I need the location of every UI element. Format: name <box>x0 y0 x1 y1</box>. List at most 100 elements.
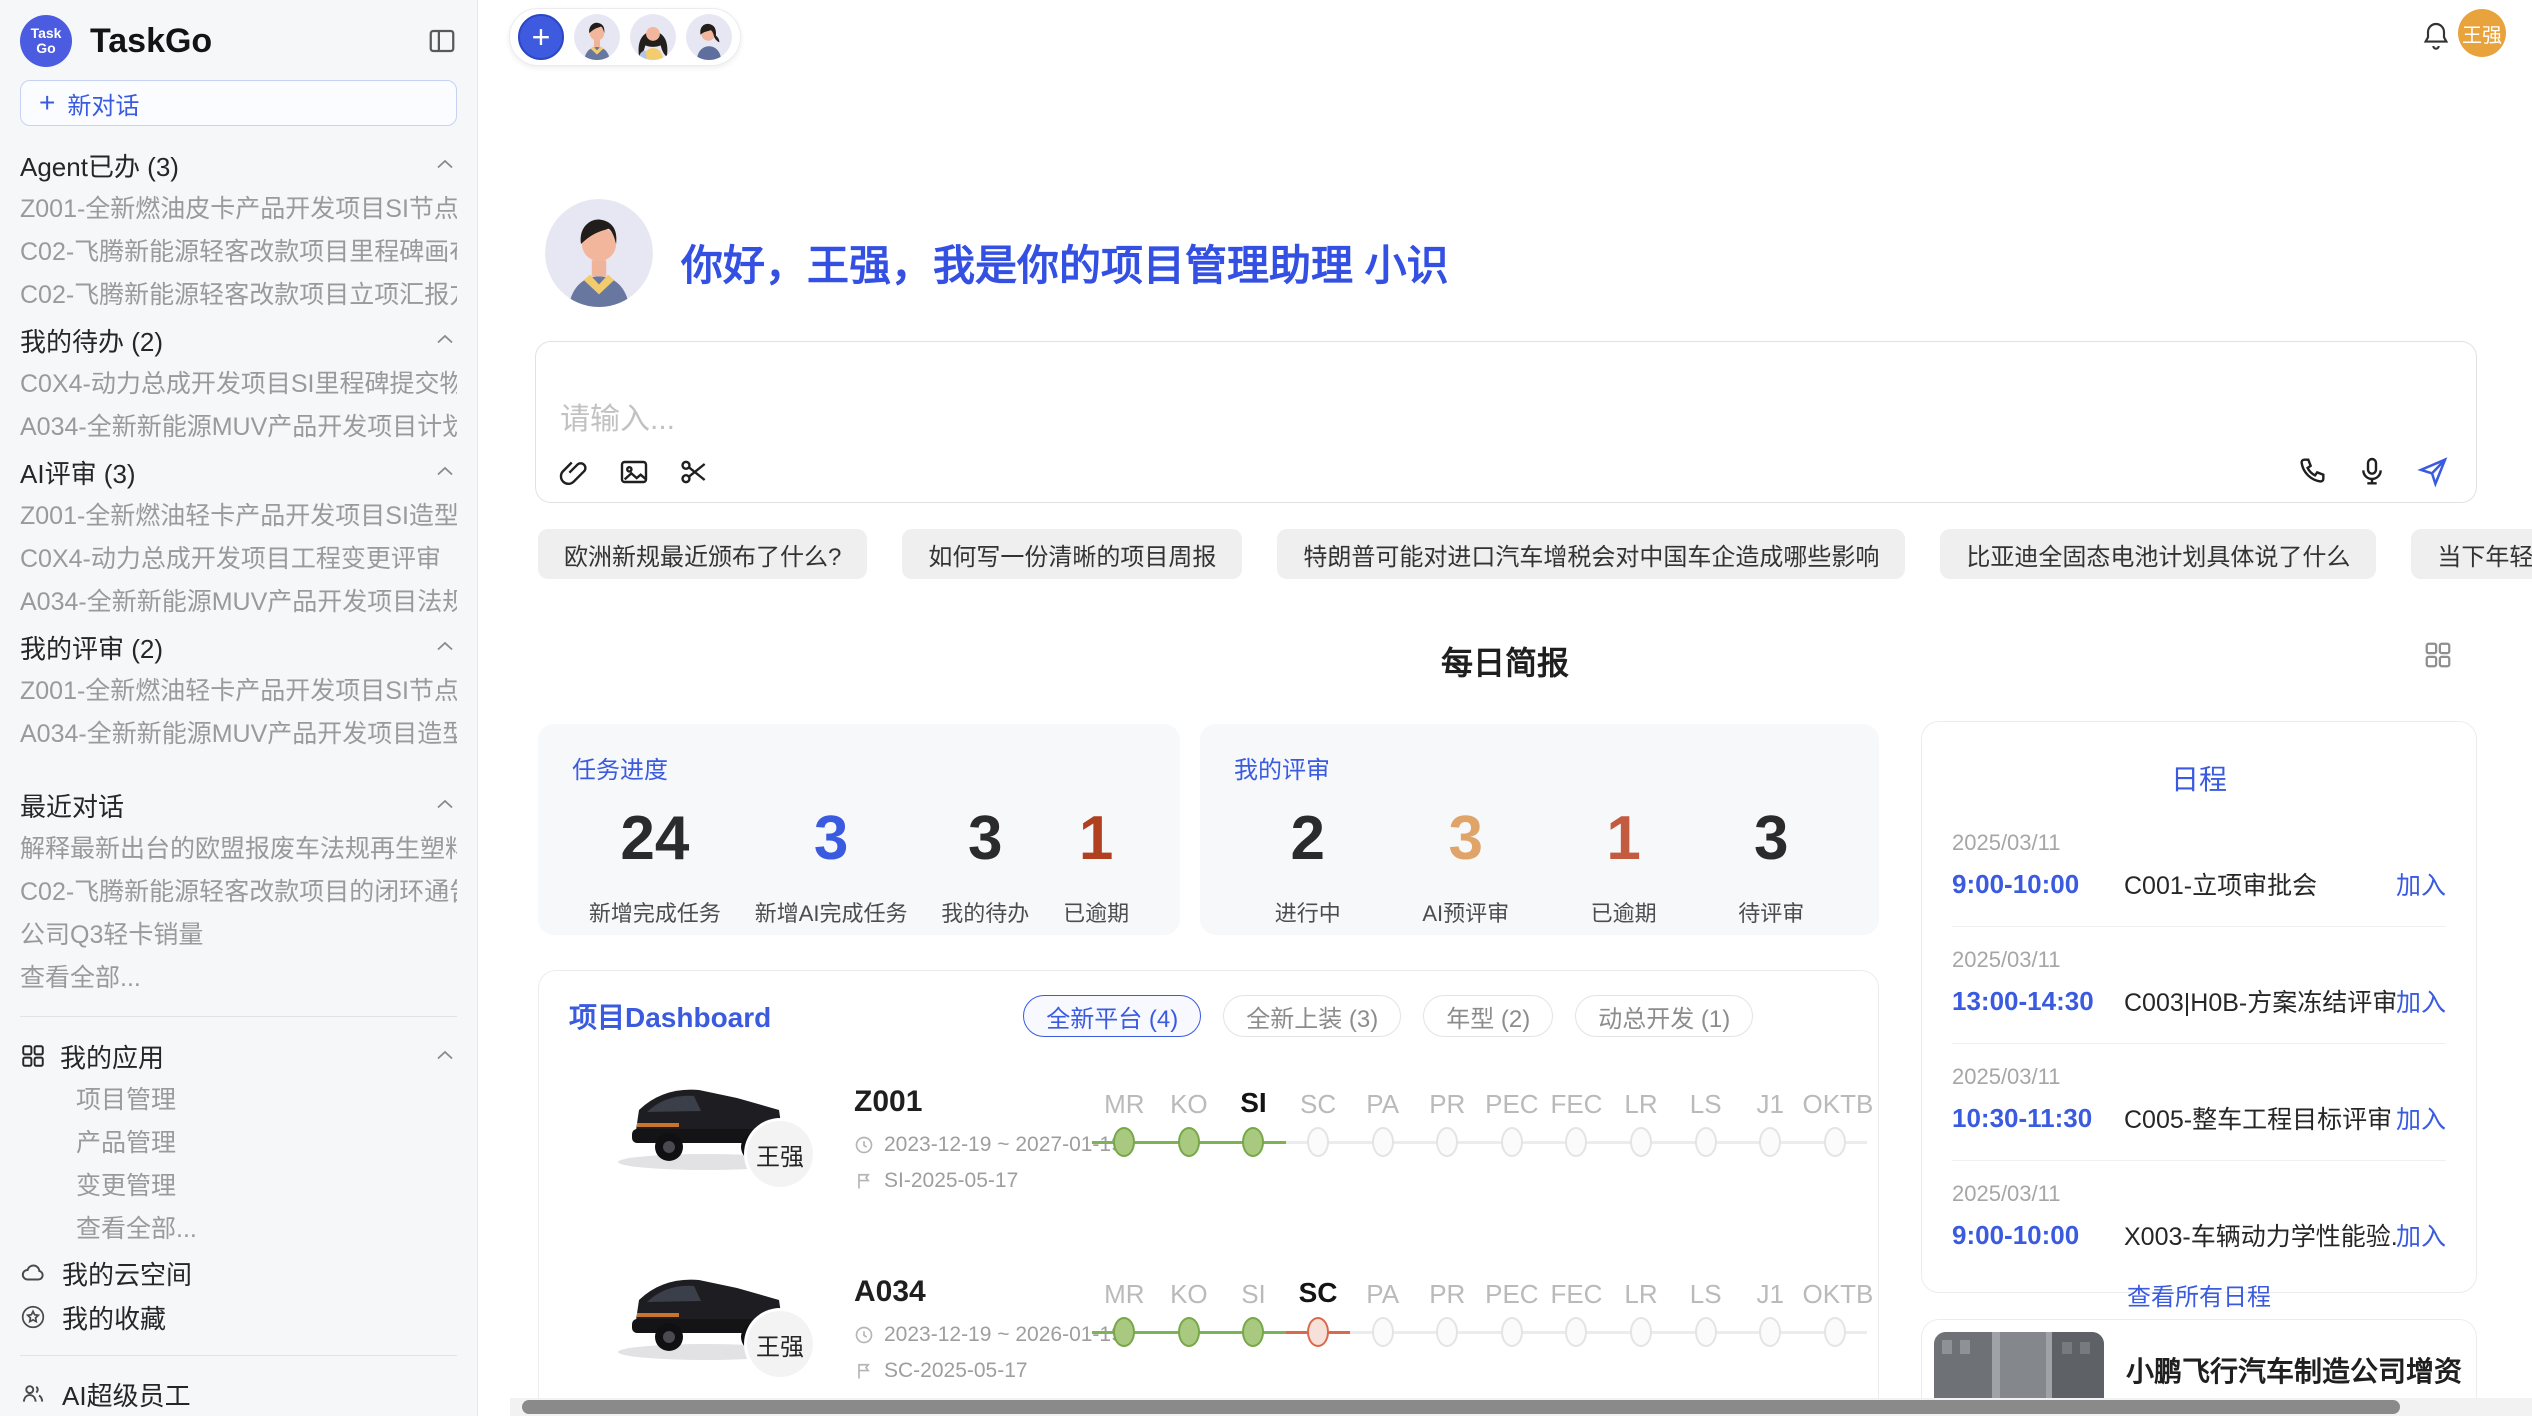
sidebar-section-header-3[interactable]: 我的评审 (2) <box>20 624 457 670</box>
milestone-label: J1 <box>1738 1089 1803 1120</box>
sidebar-section-header-2[interactable]: AI评审 (3) <box>20 449 457 495</box>
sidebar-section-header-0[interactable]: Agent已办 (3) <box>20 142 457 188</box>
my-review-stats: 2进行中3AI预评审1已逾期3待评审 <box>1234 803 1845 928</box>
dashboard-tab[interactable]: 全新平台 (4) <box>1023 995 1201 1037</box>
agent-avatar-2[interactable] <box>630 14 676 60</box>
agent-avatar-1[interactable] <box>574 14 620 60</box>
milestone-dot <box>1759 1317 1781 1347</box>
app-link-item[interactable]: 查看全部... <box>20 1208 457 1251</box>
sidebar-collapse-icon[interactable] <box>427 26 457 56</box>
milestone-SC: SC <box>1286 1247 1351 1367</box>
milestone-label: KO <box>1157 1089 1222 1120</box>
chevron-up-icon[interactable] <box>433 1044 457 1068</box>
milestone-label: SC <box>1286 1089 1351 1120</box>
milestone-label: FEC <box>1544 1089 1609 1120</box>
sidebar-section-header-1[interactable]: 我的待办 (2) <box>20 317 457 363</box>
project-dates: 2023-12-19 ~ 2027-01-19 <box>854 1133 1123 1157</box>
sidebar-link-star[interactable]: 我的收藏 <box>20 1295 457 1339</box>
recent-chat-item[interactable]: 解释最新出台的欧盟报废车法规再生塑料比例被调至15%... <box>20 828 457 871</box>
view-all-schedule-link[interactable]: 查看所有日程 <box>1952 1277 2446 1312</box>
chevron-up-icon[interactable] <box>433 153 457 177</box>
suggestion-chip[interactable]: 欧洲新规最近颁布了什么? <box>538 529 867 579</box>
image-upload-icon[interactable] <box>618 456 650 488</box>
section-title: 最近对话 <box>20 787 433 824</box>
recent-chat-item[interactable]: 公司Q3轻卡销量 <box>20 914 457 957</box>
chevron-up-icon[interactable] <box>433 328 457 352</box>
milestone-dot <box>1372 1317 1394 1347</box>
sidebar-tool-people[interactable]: AI超级员工 <box>20 1372 457 1416</box>
sidebar-task-item[interactable]: A034-全新新能源MUV产品开发项目法规符合性评审 <box>20 581 457 624</box>
suggestion-chip[interactable]: 如何写一份清晰的项目周报 <box>902 529 1242 579</box>
chevron-up-icon[interactable] <box>433 793 457 817</box>
dashboard-tab[interactable]: 全新上装 (3) <box>1223 995 1401 1037</box>
project-owner-badge: 王强 <box>747 1121 813 1187</box>
app-link-item[interactable]: 变更管理 <box>20 1165 457 1208</box>
recent-chat-item[interactable]: 查看全部... <box>20 957 457 1000</box>
schedule-event-title: C001-立项审批会 <box>2124 866 2396 902</box>
milestone-dot <box>1695 1317 1717 1347</box>
suggestion-chip[interactable]: 当下年轻人对汽车外观有怎样的喜好趋势 <box>2411 529 2532 579</box>
recent-chat-item[interactable]: C02-飞腾新能源轻客改款项目的闭环通告反馈情况 <box>20 871 457 914</box>
layout-grid-icon[interactable] <box>2423 640 2453 670</box>
app-link-item[interactable]: 项目管理 <box>20 1079 457 1122</box>
horizontal-scrollbar[interactable] <box>510 1398 2532 1416</box>
join-link[interactable]: 加入 <box>2396 983 2446 1019</box>
my-review-card: 我的评审 2进行中3AI预评审1已逾期3待评审 <box>1200 724 1879 935</box>
chat-input[interactable]: 请输入... <box>560 394 675 438</box>
project-dates: 2023-12-19 ~ 2026-01-19 <box>854 1323 1123 1347</box>
sidebar-section-my-apps[interactable]: 我的应用 <box>20 1033 457 1079</box>
sidebar-task-item[interactable]: C0X4-动力总成开发项目SI里程碑提交物检查 <box>20 363 457 406</box>
milestone-FEC: FEC <box>1544 1247 1609 1367</box>
microphone-icon[interactable] <box>2356 455 2388 487</box>
sidebar-task-item[interactable]: Z001-全新燃油轻卡产品开发项目SI造型提交物评审 <box>20 495 457 538</box>
schedule-date: 2025/03/11 <box>1952 947 2446 973</box>
plus-icon: + <box>39 89 55 117</box>
suggestion-chip[interactable]: 比亚迪全固态电池计划具体说了什么 <box>1940 529 2376 579</box>
stat-label: 待评审 <box>1738 896 1804 928</box>
milestone-label: MR <box>1092 1089 1157 1120</box>
milestone-label: PA <box>1350 1279 1415 1310</box>
sidebar-task-item[interactable]: Z001-全新燃油轻卡产品开发项目SI节点属性5D文件评审 <box>20 670 457 713</box>
suggestion-chip[interactable]: 特朗普可能对进口汽车增税会对中国车企造成哪些影响 <box>1277 529 1905 579</box>
dashboard-title: 项目Dashboard <box>569 996 771 1036</box>
chat-input-card[interactable]: 请输入... <box>535 341 2477 503</box>
sidebar-link-cloud[interactable]: 我的云空间 <box>20 1251 457 1295</box>
send-icon[interactable] <box>2416 454 2450 488</box>
project-owner-badge: 王强 <box>747 1311 813 1377</box>
stat-label: 已逾期 <box>1063 896 1129 928</box>
scrollbar-thumb[interactable] <box>522 1400 2400 1414</box>
chevron-up-icon[interactable] <box>433 460 457 484</box>
divider <box>20 1016 457 1017</box>
milestone-LR: LR <box>1609 1247 1674 1367</box>
milestone-dot <box>1242 1317 1264 1347</box>
attachment-icon[interactable] <box>558 456 590 488</box>
join-link[interactable]: 加入 <box>2396 1217 2446 1253</box>
agent-avatar-3[interactable] <box>686 14 732 60</box>
phone-icon[interactable] <box>2296 455 2328 487</box>
sidebar-task-item[interactable]: A034-全新新能源MUV产品开发项目计划变更表编写 <box>20 406 457 449</box>
milestone-dot <box>1630 1127 1652 1157</box>
dashboard-tab[interactable]: 动总开发 (1) <box>1575 995 1753 1037</box>
project-row[interactable]: 王强Z0012023-12-19 ~ 2027-01-19SI-2025-05-… <box>569 1057 1848 1189</box>
sidebar-task-item[interactable]: A034-全新新能源MUV产品开发项目造型可行性评审 <box>20 713 457 756</box>
scissors-icon[interactable] <box>678 456 710 488</box>
dashboard-tab[interactable]: 年型 (2) <box>1423 995 1553 1037</box>
sidebar-task-item[interactable]: C02-飞腾新能源轻客改款项目立项汇报方案 <box>20 274 457 317</box>
add-agent-button[interactable]: + <box>518 14 564 60</box>
project-row[interactable]: 王强A0342023-12-19 ~ 2026-01-19SC-2025-05-… <box>569 1247 1848 1379</box>
new-chat-button[interactable]: + 新对话 <box>20 80 457 126</box>
composer-tools-left <box>558 456 710 488</box>
join-link[interactable]: 加入 <box>2396 1100 2446 1136</box>
sidebar-task-item[interactable]: C02-飞腾新能源轻客改款项目里程碑画布 <box>20 231 457 274</box>
sidebar-task-item[interactable]: Z001-全新燃油皮卡产品开发项目SI节点Lesson Learn报告 <box>20 188 457 231</box>
stat-value: 1 <box>1591 803 1657 874</box>
sidebar-section-recent-chats[interactable]: 最近对话 <box>20 782 457 828</box>
milestone-track: MRKOSISCPAPRPECFECLRLSJ1OKTB <box>1092 1057 1867 1177</box>
notification-bell-icon[interactable] <box>2420 20 2452 52</box>
app-link-item[interactable]: 产品管理 <box>20 1122 457 1165</box>
milestone-label: PEC <box>1480 1089 1545 1120</box>
user-avatar[interactable]: 王强 <box>2458 9 2506 57</box>
join-link[interactable]: 加入 <box>2396 866 2446 902</box>
sidebar-task-item[interactable]: C0X4-动力总成开发项目工程变更评审 <box>20 538 457 581</box>
chevron-up-icon[interactable] <box>433 635 457 659</box>
